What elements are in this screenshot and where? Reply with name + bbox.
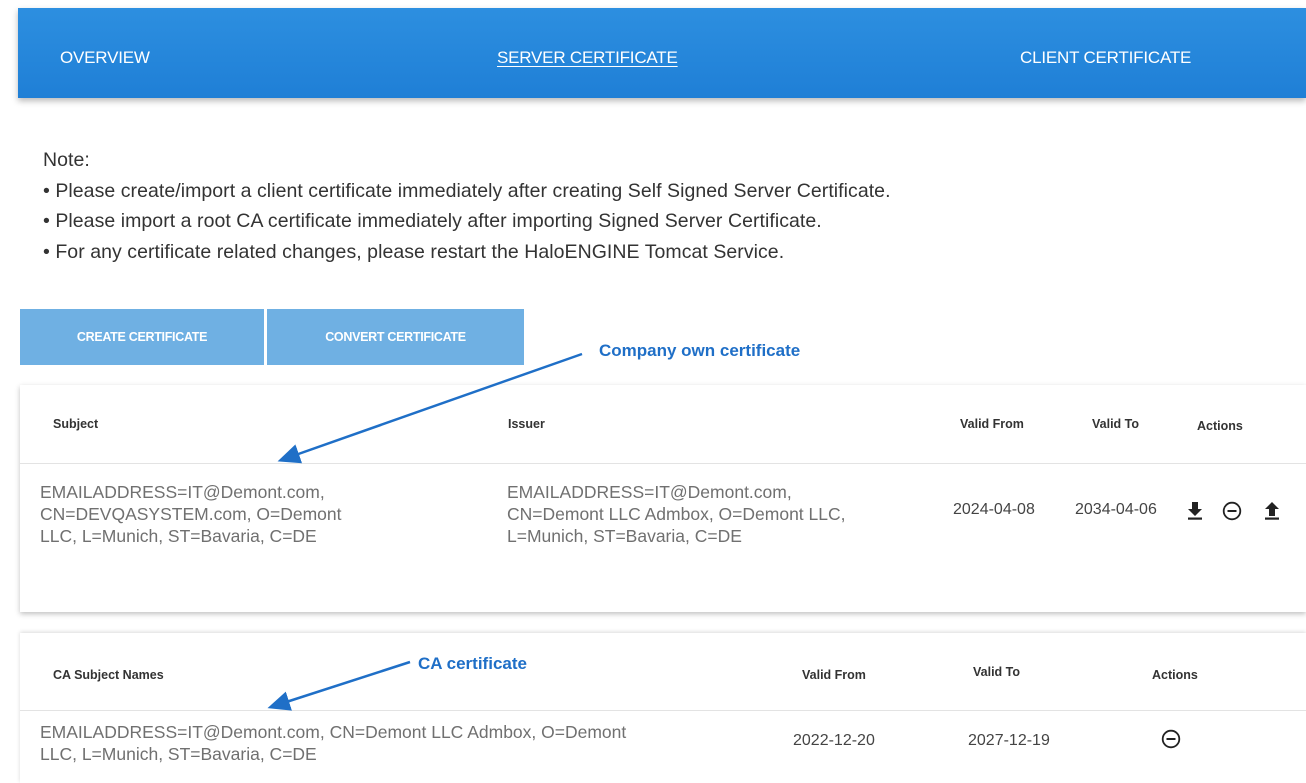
note-item: • Please import a root CA certificate im… [43,210,822,232]
column-header-valid-to: Valid To [973,665,1020,679]
note-title: Note: [43,149,90,171]
column-header-actions: Actions [1152,668,1198,682]
download-icon[interactable] [1187,502,1203,525]
subject-cell: EMAILADDRESS=IT@Demont.com, CN=DEVQASYST… [40,481,480,547]
note-item: • For any certificate related changes, p… [43,240,785,263]
ca-subject-cell: EMAILADDRESS=IT@Demont.com, CN=Demont LL… [40,721,800,765]
ca-certificate-table: CA Subject Names Valid From Valid To Act… [20,633,1306,783]
column-header-ca-subject: CA Subject Names [53,668,164,682]
tab-overview[interactable]: OVERVIEW [60,48,150,68]
valid-to-cell: 2027-12-19 [968,732,1050,749]
valid-from-cell: 2024-04-08 [953,501,1035,518]
upload-icon[interactable] [1264,502,1280,525]
header-divider [20,463,1306,464]
column-header-valid-from: Valid From [802,668,866,682]
annotation-ca-certificate: CA certificate [418,654,527,673]
tab-client-certificate[interactable]: CLIENT CERTIFICATE [1020,48,1191,68]
valid-to-cell: 2034-04-06 [1075,501,1157,518]
issuer-cell: EMAILADDRESS=IT@Demont.com, CN=Demont LL… [507,481,947,547]
issuer-line: L=Munich, ST=Bavaria, C=DE [507,526,742,546]
annotation-company-certificate: Company own certificate [599,341,801,360]
column-header-issuer: Issuer [508,417,545,431]
subject-line: CN=DEVQASYSTEM.com, O=Demont [40,504,342,524]
create-certificate-button[interactable]: CREATE CERTIFICATE [20,309,264,365]
note-block: Note: • Please create/import a client ce… [43,145,1293,267]
column-header-valid-from: Valid From [960,417,1024,431]
tab-server-certificate[interactable]: SERVER CERTIFICATE [497,48,678,68]
remove-circle-icon[interactable] [1161,729,1181,754]
subject-line: EMAILADDRESS=IT@Demont.com, [40,482,325,502]
issuer-line: CN=Demont LLC Admbox, O=Demont LLC, [507,504,846,524]
certificate-tabs-bar: OVERVIEW SERVER CERTIFICATE CLIENT CERTI… [18,8,1306,98]
subject-line: LLC, L=Munich, ST=Bavaria, C=DE [40,526,317,546]
valid-from-cell: 2022-12-20 [793,732,875,749]
subject-line: LLC, L=Munich, ST=Bavaria, C=DE [40,744,317,764]
issuer-line: EMAILADDRESS=IT@Demont.com, [507,482,792,502]
column-header-actions: Actions [1197,419,1243,433]
note-item: • Please create/import a client certific… [43,179,891,202]
server-certificate-table: Subject Issuer Valid From Valid To Actio… [20,385,1306,612]
remove-circle-icon[interactable] [1222,501,1242,526]
column-header-valid-to: Valid To [1092,417,1139,431]
convert-certificate-button[interactable]: CONVERT CERTIFICATE [267,309,524,365]
column-header-subject: Subject [53,417,99,431]
header-divider [20,710,1306,711]
subject-line: EMAILADDRESS=IT@Demont.com, CN=Demont LL… [40,722,627,742]
